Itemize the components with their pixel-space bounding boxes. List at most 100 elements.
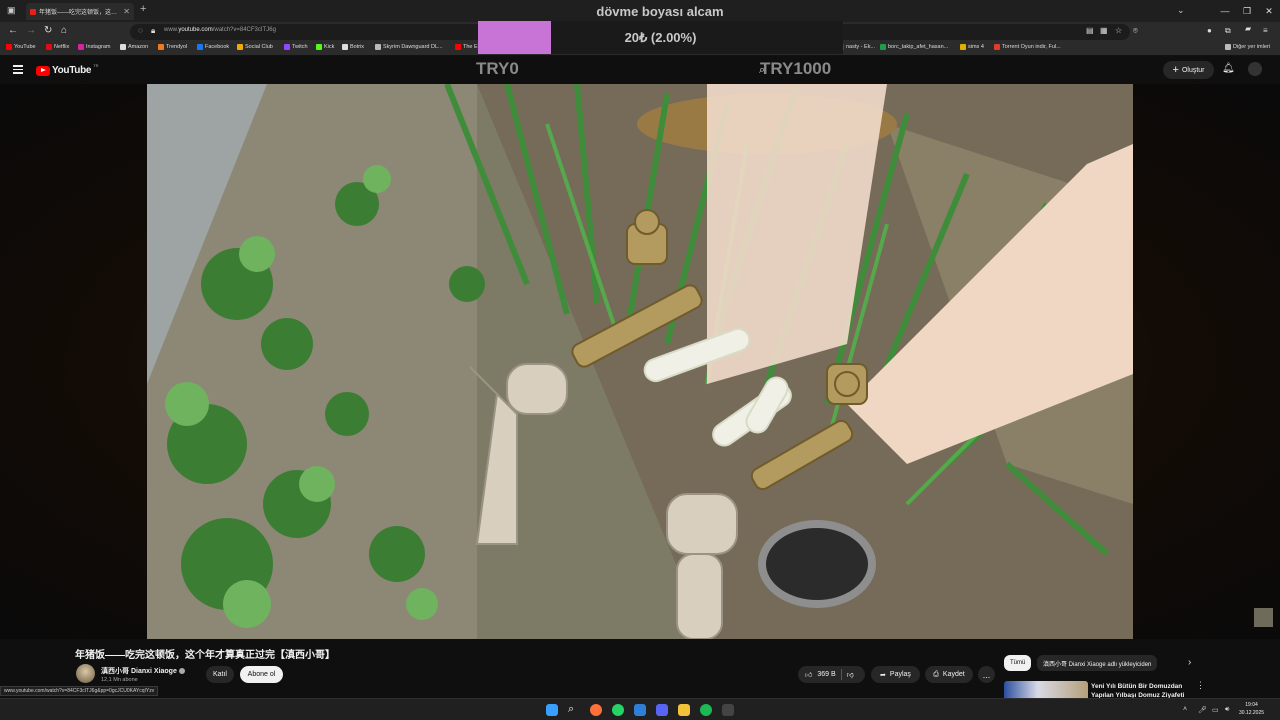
bookmark-youtube[interactable]: YouTube — [6, 44, 36, 50]
bookmark-netflix[interactable]: Netflix — [46, 44, 69, 50]
bookmark-torrent[interactable]: Torrent Oyun indir, Ful... — [994, 44, 1061, 50]
extensions-icon[interactable]: ⧉ — [1225, 26, 1231, 36]
new-tab-icon[interactable]: + — [140, 3, 146, 15]
user-avatar[interactable] — [1248, 62, 1262, 76]
kick-bookmark-icon — [316, 44, 322, 50]
bookmark-star-icon[interactable]: ☆ — [1115, 26, 1122, 35]
share-button[interactable]: ➦ Paylaş — [871, 666, 920, 683]
thumbs-up-icon[interactable]: 👍︎ — [805, 670, 812, 679]
status-bar-url: www.youtube.com/watch?v=84CF3cITJ6g&pp=0… — [0, 686, 159, 696]
save-button[interactable]: ⎙ Kaydet — [925, 666, 973, 683]
bookmark-icon: ⎙ — [933, 670, 939, 678]
social-club-bookmark-icon — [237, 44, 243, 50]
tray-chevron-icon[interactable]: ˄ — [1183, 706, 1187, 713]
donation-goal-title: dövme boyası alcam — [596, 4, 724, 19]
home-icon[interactable]: ⌂ — [61, 25, 67, 36]
reload-icon[interactable]: ↻ — [44, 25, 52, 36]
discord-icon[interactable] — [656, 704, 668, 716]
folder-icon — [1225, 44, 1231, 50]
bookmark-the-e[interactable]: The E — [455, 44, 478, 50]
youtube-play-icon — [36, 65, 50, 76]
system-clock[interactable]: 19:04 30.12.2025 — [1239, 701, 1264, 717]
maximize-icon[interactable]: ❐ — [1236, 0, 1258, 22]
like-dislike-group: 👍︎ 369 B 👎︎ — [798, 666, 865, 683]
hamburger-menu-icon[interactable] — [13, 65, 23, 74]
channel-name[interactable]: 滇西小哥 Dianxi Xiaoge — [101, 666, 185, 676]
notifications-bell-icon[interactable]: 🔔︎ — [1222, 63, 1235, 74]
extension-badge-icon[interactable]: ▰ — [1245, 24, 1251, 33]
minimize-icon[interactable]: — — [1214, 0, 1236, 22]
volume-icon[interactable]: 🔊︎ — [1225, 706, 1229, 714]
lock-icon[interactable]: 🔒︎ — [151, 26, 155, 36]
chevron-right-icon[interactable]: › — [1188, 657, 1191, 668]
bookmark-trendyol[interactable]: Trendyol — [158, 44, 187, 50]
window-controls: — ❐ ✕ — [1214, 0, 1280, 22]
microphone-icon[interactable]: 🎤︎ — [1198, 706, 1207, 714]
channel-avatar[interactable] — [76, 664, 95, 683]
steam-icon[interactable] — [634, 704, 646, 716]
url-text[interactable]: www.youtube.com/watch?v=84CF3cITJ6g — [164, 27, 276, 33]
chip-all[interactable]: Tümü — [1004, 655, 1032, 671]
chip-channel-uploads[interactable]: 滇西小哥 Dianxi Xiaoge adlı yükleyiciden — [1037, 655, 1158, 671]
youtube-header: YouTube TR — [0, 57, 1280, 84]
bookmark-skyrim[interactable]: Skyrim Dawnguard DL... — [375, 44, 443, 50]
shield-icon[interactable]: ◌ — [138, 26, 143, 35]
other-bookmarks[interactable]: Diğer yer imleri — [1225, 44, 1270, 50]
thumbs-down-icon[interactable]: 👎︎ — [847, 670, 854, 679]
tab-list-chevron-icon[interactable]: ⌄ — [1177, 5, 1185, 16]
close-window-icon[interactable]: ✕ — [1258, 0, 1280, 22]
search-taskbar-icon[interactable]: ⌕ — [568, 703, 580, 715]
bookmark-nasty[interactable]: nasty - Ek... — [838, 44, 875, 50]
bookmark-instagram[interactable]: Instagram — [78, 44, 110, 50]
facebook-bookmark-icon — [197, 44, 203, 50]
divider — [840, 669, 842, 680]
folder-icon — [960, 44, 966, 50]
reader-view-icon[interactable]: ▤ — [1086, 26, 1094, 35]
bookmark-facebook[interactable]: Facebook — [197, 44, 229, 50]
skyrim-bookmark-icon — [375, 44, 381, 50]
browser-tab-active[interactable]: 年猪饭——吃完这顿饭，这个年 ✕ — [26, 3, 134, 20]
spotify-icon[interactable] — [700, 704, 712, 716]
close-tab-icon[interactable]: ✕ — [123, 7, 130, 16]
donation-goal-max: TRY1000 — [760, 59, 832, 78]
tab-title: 年猪饭——吃完这顿饭，这个年 — [39, 10, 121, 16]
trendyol-bookmark-icon — [158, 44, 164, 50]
recommendation-more-icon[interactable]: ⋮ — [1196, 680, 1205, 691]
bookmark-amazon[interactable]: Amazon — [120, 44, 148, 50]
youtube-favicon-icon — [30, 8, 36, 15]
firefox-icon[interactable] — [590, 704, 602, 716]
video-title: 年猪饭——吃完这顿饭，这个年才算真正过完【滇西小哥】 — [75, 650, 335, 661]
os-taskbar: ⌕ ˄ 🎤︎ ▭ 🔊︎ — [0, 698, 1280, 720]
bookmark-botrix[interactable]: Botrix — [342, 44, 364, 50]
forward-icon[interactable]: → — [26, 25, 36, 36]
file-explorer-icon[interactable] — [678, 704, 690, 716]
subscriber-count: 12,1 Mn abone — [101, 677, 138, 683]
screenshot-icon[interactable]: ⌾ — [1133, 26, 1138, 36]
bookmark-kick[interactable]: Kick — [316, 44, 334, 50]
create-button[interactable]: + Oluştur — [1163, 61, 1214, 79]
more-actions-button[interactable]: ... — [978, 666, 995, 683]
bookmark-twitch[interactable]: Twitch — [284, 44, 308, 50]
netflix-bookmark-icon — [46, 44, 52, 50]
the-e-bookmark-icon — [455, 44, 461, 50]
start-icon[interactable] — [546, 704, 558, 716]
bookmark-social-club[interactable]: Social Club — [237, 44, 273, 50]
browser-menu-icon[interactable]: ≡ — [1263, 26, 1268, 35]
bookmark-sims-4[interactable]: sims 4 — [960, 44, 984, 50]
join-button[interactable]: Katıl — [206, 666, 234, 683]
video-frame[interactable] — [147, 84, 1133, 639]
back-icon[interactable]: ← — [8, 25, 18, 36]
display-icon[interactable]: ▭ — [1212, 706, 1219, 714]
youtube-logo[interactable]: YouTube TR — [36, 63, 99, 76]
torrent-bookmark-icon — [994, 44, 1000, 50]
account-icon[interactable]: ● — [1207, 26, 1212, 35]
tab-actions-icon[interactable]: ▣ — [7, 5, 16, 16]
whatsapp-icon[interactable] — [612, 704, 624, 716]
like-count[interactable]: 369 B — [817, 671, 835, 678]
bookmark-borc-takip[interactable]: borc_takip_afet_hasan... — [880, 44, 948, 50]
share-icon: ➦ — [880, 671, 886, 679]
picture-in-picture-icon[interactable]: ▦ — [1100, 26, 1108, 35]
subscribe-button[interactable]: Abone ol — [240, 666, 283, 683]
channel-watermark-thumbnail[interactable] — [1254, 608, 1273, 627]
calculator-icon[interactable] — [722, 704, 734, 716]
